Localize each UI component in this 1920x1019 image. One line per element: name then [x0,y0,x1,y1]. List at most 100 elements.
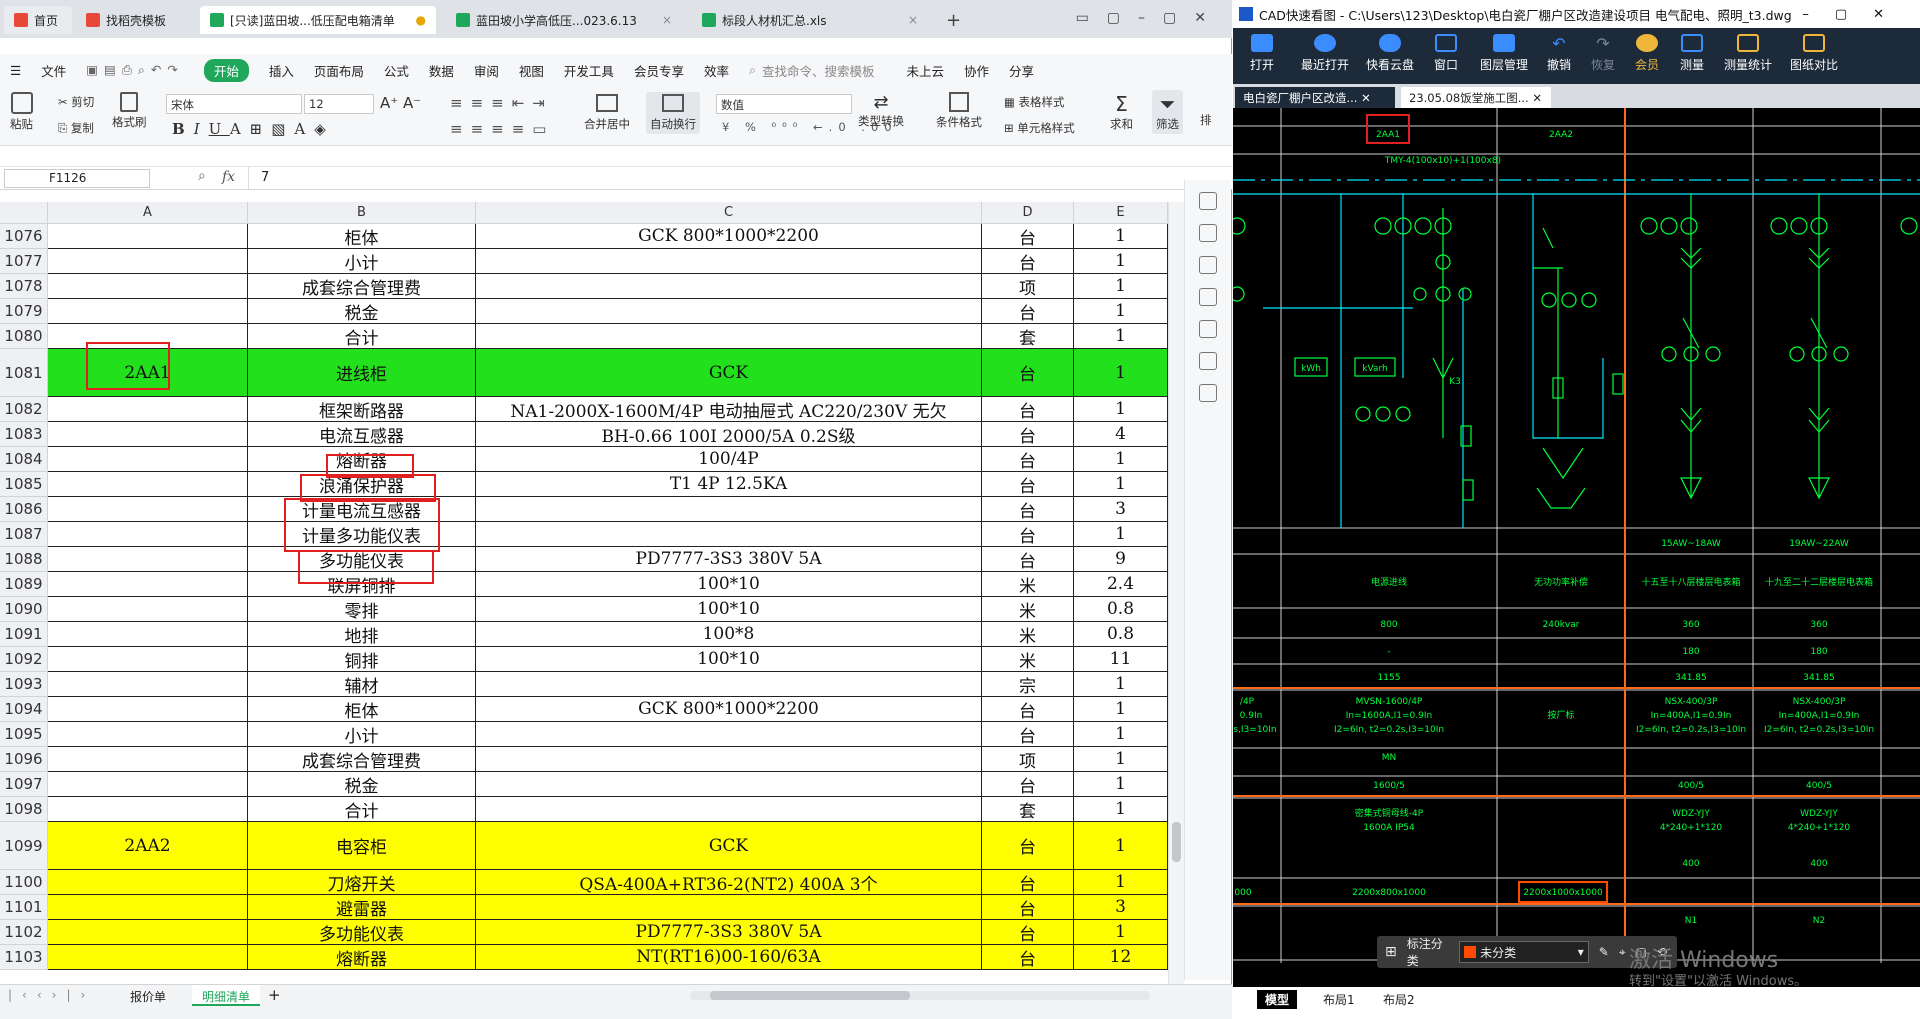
cad-window-button[interactable]: 窗口 [1421,28,1471,84]
row-header[interactable]: 1085 [0,472,48,497]
row-header[interactable]: 1102 [0,920,48,945]
cursor-icon[interactable] [1198,192,1217,210]
cad-tab-2[interactable]: 23.05.08饭堂施工图... ✕ [1401,87,1551,108]
cad-open-button[interactable]: 打开 [1233,28,1291,84]
cell-a[interactable] [48,797,248,822]
row-header[interactable]: 1098 [0,797,48,822]
cell-d[interactable]: 台 [982,822,1074,870]
cell-d[interactable]: 台 [982,249,1074,274]
cell-d[interactable]: 台 [982,697,1074,722]
row-header[interactable]: 1081 [0,349,48,397]
flow-icon[interactable] [1198,256,1217,274]
row-header[interactable]: 1083 [0,422,48,447]
cell-e[interactable]: 1 [1074,299,1168,324]
cell-b[interactable]: 地排 [248,622,476,647]
scroll-thumb[interactable] [710,991,910,1000]
tab-sheet-3[interactable]: 标段人材机汇总.xls × [692,6,928,34]
cell-b[interactable]: 合计 [248,324,476,349]
paste-button[interactable]: 粘贴 [10,92,33,132]
cad-undo-button[interactable]: ↶ 撤销 [1537,28,1581,84]
menu-page-layout[interactable]: 页面布局 [314,61,364,80]
cell-c[interactable]: 100*10 [476,572,982,597]
cell-b[interactable]: 进线柜 [248,349,476,397]
cell-a[interactable]: 2AA2 [48,822,248,870]
cell-c[interactable]: 100*8 [476,622,982,647]
cell-a[interactable] [48,547,248,572]
menu-data[interactable]: 数据 [429,61,454,80]
column-header-e[interactable]: E [1074,202,1168,224]
layout-tab-1[interactable]: 布局1 [1323,991,1355,1008]
row-header[interactable]: 1086 [0,497,48,522]
cell-d[interactable]: 套 [982,797,1074,822]
cell-a[interactable] [48,895,248,920]
cell-a[interactable] [48,597,248,622]
layout-tab-2[interactable]: 布局2 [1383,991,1415,1008]
row-header[interactable]: 1089 [0,572,48,597]
cell-a[interactable] [48,870,248,895]
cell-e[interactable]: 1 [1074,324,1168,349]
tab-template[interactable]: 找稻壳模板 [76,6,196,34]
format-painter-button[interactable]: 格式刷 [112,92,147,130]
cell-a[interactable] [48,747,248,772]
cell-e[interactable]: 1 [1074,249,1168,274]
cell-d[interactable]: 台 [982,447,1074,472]
cad-recent-button[interactable]: 最近打开 [1291,28,1359,84]
tab-sheet-2[interactable]: 蓝田坡小学高低压...023.6.13 × [446,6,682,34]
sheet-tab-detail[interactable]: 明细清单 [192,985,261,1006]
row-header[interactable]: 1100 [0,870,48,895]
row-header[interactable]: 1099 [0,822,48,870]
cell-a[interactable] [48,772,248,797]
cell-e[interactable]: 1 [1074,397,1168,422]
cut-button[interactable]: ✂ 剪切 [58,94,94,110]
cell-e[interactable]: 3 [1074,895,1168,920]
menu-view[interactable]: 视图 [519,61,544,80]
cell-e[interactable]: 2.4 [1074,572,1168,597]
column-header-d[interactable]: D [982,202,1074,224]
new-tab-button[interactable]: + [946,10,961,31]
cell-c[interactable]: NA1-2000X-1600M/4P 电动抽屉式 AC220/230V 无欠 [476,397,982,422]
row-header[interactable]: 1090 [0,597,48,622]
layout-tab-model[interactable]: 模型 [1257,990,1298,1009]
add-sheet-button[interactable]: + [268,986,281,1004]
cell-d[interactable]: 台 [982,299,1074,324]
cell-d[interactable]: 米 [982,647,1074,672]
cell-a[interactable] [48,572,248,597]
cell-e[interactable]: 1 [1074,274,1168,299]
cell-c[interactable] [476,895,982,920]
row-header[interactable]: 1091 [0,622,48,647]
cell-b[interactable]: 税金 [248,772,476,797]
align-buttons-2[interactable]: ≡≡≡≡▭ [450,120,554,138]
cell-b[interactable]: 小计 [248,722,476,747]
cell-c[interactable]: 100*10 [476,597,982,622]
cell-c[interactable]: GCK [476,822,982,870]
cad-layer-button[interactable]: 图层管理 [1471,28,1537,84]
cell-a[interactable] [48,920,248,945]
cell-b[interactable]: 税金 [248,299,476,324]
font-style-buttons[interactable]: BIUA⊞▧A◈ [172,120,335,138]
row-header[interactable]: 1082 [0,397,48,422]
font-family-select[interactable]: 宋体 [166,94,302,114]
cell-c[interactable]: BH-0.66 100Ⅰ 2000/5A 0.2S级 [476,422,982,447]
cad-vip-button[interactable]: 会员 [1625,28,1669,84]
cell-e[interactable]: 1 [1074,870,1168,895]
scroll-thumb[interactable] [1172,822,1181,862]
cell-a[interactable] [48,422,248,447]
cad-tab-active[interactable]: 电白瓷厂棚户区改造... ✕ [1235,87,1395,108]
settings-icon[interactable] [1198,224,1217,242]
cell-d[interactable]: 台 [982,920,1074,945]
select-all-corner[interactable] [0,202,48,224]
cell-a[interactable] [48,697,248,722]
row-header[interactable]: 1093 [0,672,48,697]
cell-c[interactable] [476,274,982,299]
grid-icon[interactable]: ⊞ [1385,944,1397,960]
cloud-status[interactable]: 未上云 [907,61,945,80]
cell-e[interactable]: 11 [1074,647,1168,672]
cell-a[interactable] [48,945,248,970]
cell-style-button[interactable]: ⊞ 单元格样式 [1004,120,1075,136]
cell-c[interactable]: PD7777-3S3 380V 5A [476,547,982,572]
share-button[interactable]: 分享 [1009,61,1034,80]
number-format-select[interactable]: 数值 [716,94,852,114]
cell-b[interactable]: 多功能仪表 [248,920,476,945]
cell-a[interactable] [48,397,248,422]
vertical-scrollbar[interactable] [1168,202,1184,984]
